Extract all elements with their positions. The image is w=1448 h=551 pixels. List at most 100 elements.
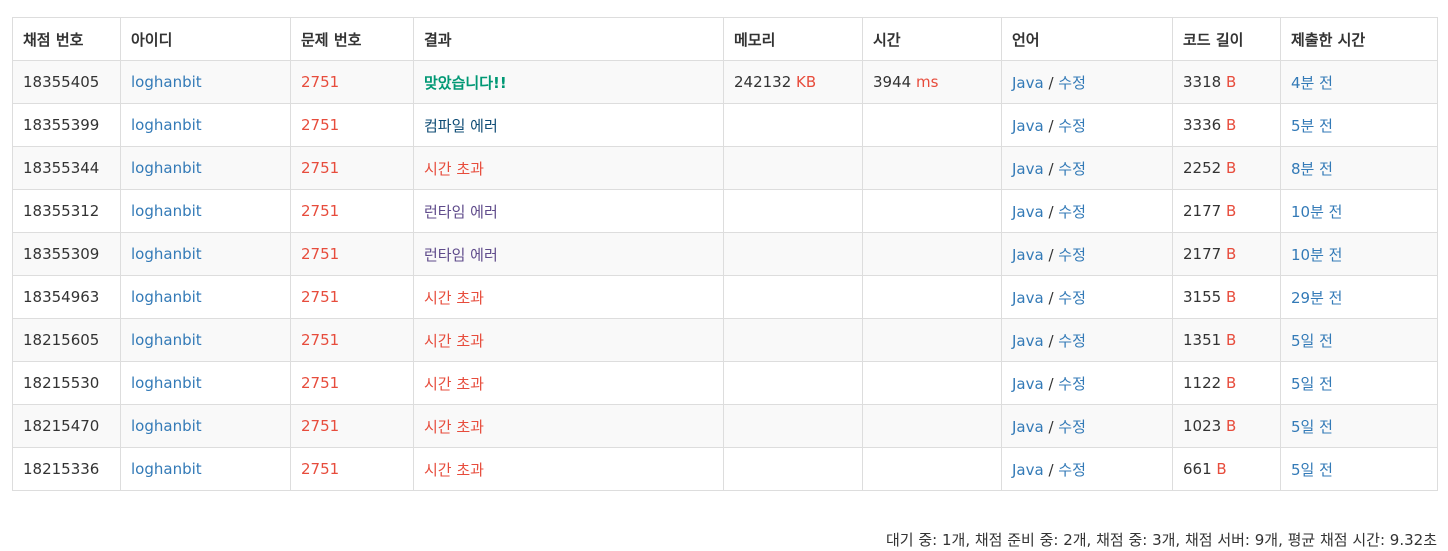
language-link[interactable]: Java bbox=[1012, 74, 1044, 92]
language-link[interactable]: Java bbox=[1012, 117, 1044, 135]
submitted-time-cell: 5일 전 bbox=[1280, 318, 1438, 362]
problem-link[interactable]: 2751 bbox=[301, 159, 339, 177]
submitted-time-link[interactable]: 4분 전 bbox=[1291, 74, 1333, 92]
user-link[interactable]: loghanbit bbox=[131, 288, 202, 306]
time-cell: 3944 ms bbox=[862, 60, 1002, 104]
header-code-length: 코드 길이 bbox=[1172, 17, 1281, 61]
table-row: 18354963 loghanbit 2751 시간 초과 Java / 수정 … bbox=[12, 275, 1438, 319]
submitted-time-link[interactable]: 8분 전 bbox=[1291, 160, 1333, 178]
submitted-time-link[interactable]: 5일 전 bbox=[1291, 332, 1333, 350]
time-cell bbox=[862, 404, 1002, 448]
language-link[interactable]: Java bbox=[1012, 289, 1044, 307]
problem-link[interactable]: 2751 bbox=[301, 116, 339, 134]
language-separator: / bbox=[1043, 460, 1059, 479]
submitted-time-cell: 10분 전 bbox=[1280, 189, 1438, 233]
edit-link[interactable]: 수정 bbox=[1058, 461, 1086, 479]
submitted-time-link[interactable]: 5일 전 bbox=[1291, 461, 1333, 479]
edit-link[interactable]: 수정 bbox=[1058, 160, 1086, 178]
result-text: 런타임 에러 bbox=[424, 245, 498, 264]
user-link[interactable]: loghanbit bbox=[131, 159, 202, 177]
time-cell bbox=[862, 447, 1002, 491]
problem-link[interactable]: 2751 bbox=[301, 73, 339, 91]
edit-link[interactable]: 수정 bbox=[1058, 332, 1086, 350]
code-length-unit: B bbox=[1221, 116, 1237, 134]
submitted-time-link[interactable]: 10분 전 bbox=[1291, 246, 1342, 264]
submission-id: 18354963 bbox=[12, 275, 121, 319]
problem-link[interactable]: 2751 bbox=[301, 417, 339, 435]
problem-link[interactable]: 2751 bbox=[301, 331, 339, 349]
code-length-unit: B bbox=[1221, 245, 1237, 263]
language-cell: Java / 수정 bbox=[1001, 146, 1173, 190]
problem-link[interactable]: 2751 bbox=[301, 460, 339, 478]
problem-link[interactable]: 2751 bbox=[301, 202, 339, 220]
problem-link[interactable]: 2751 bbox=[301, 245, 339, 263]
result-text: 시간 초과 bbox=[424, 460, 484, 479]
time-cell bbox=[862, 318, 1002, 362]
language-link[interactable]: Java bbox=[1012, 461, 1044, 479]
user-link[interactable]: loghanbit bbox=[131, 73, 202, 91]
language-link[interactable]: Java bbox=[1012, 332, 1044, 350]
edit-link[interactable]: 수정 bbox=[1058, 289, 1086, 307]
user-link[interactable]: loghanbit bbox=[131, 245, 202, 263]
header-row: 채점 번호 아이디 문제 번호 결과 메모리 시간 언어 코드 길이 제출한 시… bbox=[12, 17, 1438, 61]
submitted-time-link[interactable]: 5분 전 bbox=[1291, 117, 1333, 135]
header-language: 언어 bbox=[1001, 17, 1173, 61]
code-length-cell: 3336 B bbox=[1172, 103, 1281, 147]
result-cell: 시간 초과 bbox=[413, 146, 724, 190]
code-length-value: 3336 bbox=[1183, 116, 1222, 134]
edit-link[interactable]: 수정 bbox=[1058, 375, 1086, 393]
time-cell bbox=[862, 232, 1002, 276]
time-cell bbox=[862, 275, 1002, 319]
submitted-time-cell: 5일 전 bbox=[1280, 404, 1438, 448]
code-length-value: 1023 bbox=[1183, 417, 1222, 435]
edit-link[interactable]: 수정 bbox=[1058, 117, 1086, 135]
user-link[interactable]: loghanbit bbox=[131, 417, 202, 435]
user-link[interactable]: loghanbit bbox=[131, 116, 202, 134]
language-link[interactable]: Java bbox=[1012, 160, 1044, 178]
header-result: 결과 bbox=[413, 17, 724, 61]
problem-cell: 2751 bbox=[290, 361, 414, 405]
problem-link[interactable]: 2751 bbox=[301, 374, 339, 392]
result-cell: 런타임 에러 bbox=[413, 189, 724, 233]
edit-link[interactable]: 수정 bbox=[1058, 246, 1086, 264]
submitted-time-link[interactable]: 10분 전 bbox=[1291, 203, 1342, 221]
edit-link[interactable]: 수정 bbox=[1058, 203, 1086, 221]
edit-link[interactable]: 수정 bbox=[1058, 418, 1086, 436]
user-link[interactable]: loghanbit bbox=[131, 202, 202, 220]
problem-cell: 2751 bbox=[290, 404, 414, 448]
language-cell: Java / 수정 bbox=[1001, 318, 1173, 362]
table-body: 18355405 loghanbit 2751 맞았습니다!! 242132 K… bbox=[12, 60, 1438, 491]
header-user-id: 아이디 bbox=[120, 17, 291, 61]
language-link[interactable]: Java bbox=[1012, 203, 1044, 221]
language-separator: / bbox=[1043, 73, 1059, 92]
table-row: 18215336 loghanbit 2751 시간 초과 Java / 수정 … bbox=[12, 447, 1438, 491]
code-length-cell: 2177 B bbox=[1172, 189, 1281, 233]
user-link[interactable]: loghanbit bbox=[131, 374, 202, 392]
edit-link[interactable]: 수정 bbox=[1058, 74, 1086, 92]
memory-cell bbox=[723, 361, 863, 405]
language-cell: Java / 수정 bbox=[1001, 232, 1173, 276]
language-link[interactable]: Java bbox=[1012, 375, 1044, 393]
user-link[interactable]: loghanbit bbox=[131, 331, 202, 349]
code-length-cell: 3155 B bbox=[1172, 275, 1281, 319]
table-row: 18355312 loghanbit 2751 런타임 에러 Java / 수정… bbox=[12, 189, 1438, 233]
memory-cell bbox=[723, 103, 863, 147]
time-cell bbox=[862, 189, 1002, 233]
problem-link[interactable]: 2751 bbox=[301, 288, 339, 306]
language-link[interactable]: Java bbox=[1012, 246, 1044, 264]
code-length-value: 1351 bbox=[1183, 331, 1222, 349]
memory-cell bbox=[723, 275, 863, 319]
submission-id: 18215470 bbox=[12, 404, 121, 448]
code-length-unit: B bbox=[1221, 374, 1237, 392]
status-table-container: 채점 번호 아이디 문제 번호 결과 메모리 시간 언어 코드 길이 제출한 시… bbox=[12, 17, 1438, 491]
user-link[interactable]: loghanbit bbox=[131, 460, 202, 478]
language-link[interactable]: Java bbox=[1012, 418, 1044, 436]
table-row: 18215530 loghanbit 2751 시간 초과 Java / 수정 … bbox=[12, 361, 1438, 405]
submitted-time-link[interactable]: 5일 전 bbox=[1291, 418, 1333, 436]
result-cell: 시간 초과 bbox=[413, 275, 724, 319]
memory-cell bbox=[723, 447, 863, 491]
code-length-value: 3318 bbox=[1183, 73, 1222, 91]
submitted-time-link[interactable]: 5일 전 bbox=[1291, 375, 1333, 393]
submitted-time-cell: 5일 전 bbox=[1280, 447, 1438, 491]
submitted-time-link[interactable]: 29분 전 bbox=[1291, 289, 1342, 307]
